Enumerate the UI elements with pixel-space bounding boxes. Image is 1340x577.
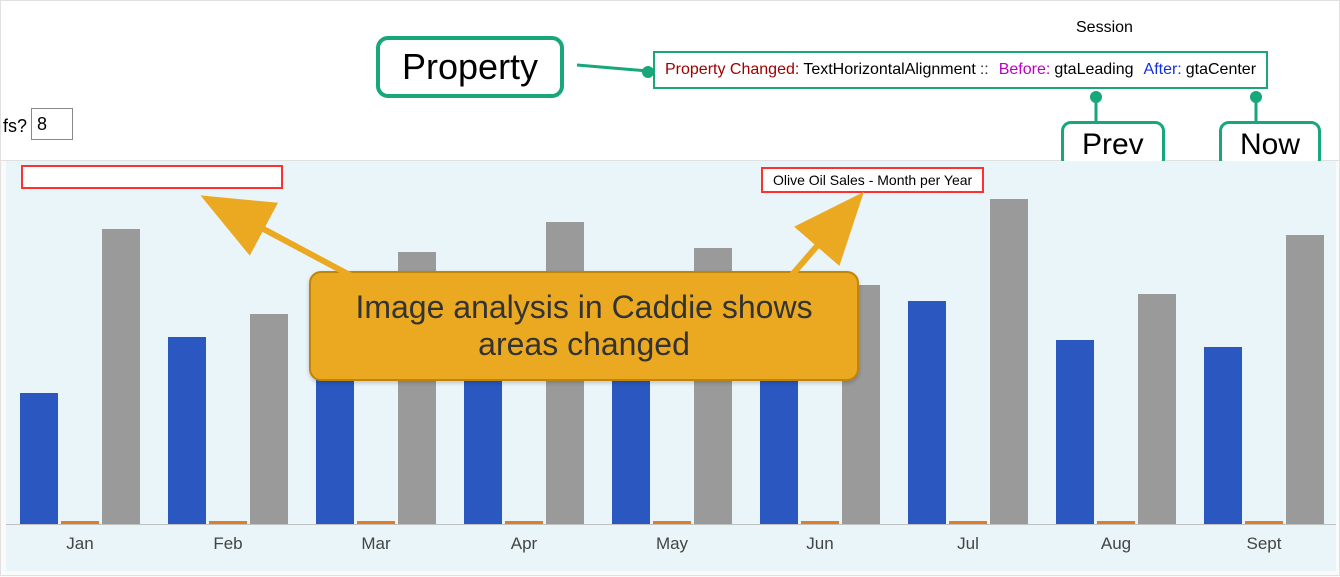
property-changed-label: Property Changed: — [665, 61, 799, 79]
connector-dot-prev — [1090, 91, 1102, 103]
bar — [1204, 347, 1242, 524]
property-changed-sep: :: — [980, 61, 989, 79]
month-label: Jun — [746, 534, 894, 554]
fs-suffix-label: fs? — [3, 116, 27, 137]
bar — [653, 521, 691, 524]
bar — [209, 521, 247, 524]
month-label: Aug — [1042, 534, 1190, 554]
bar-group — [1042, 196, 1190, 524]
month-label: Mar — [302, 534, 450, 554]
property-changed-name: TextHorizontalAlignment — [803, 61, 976, 79]
month-column: Sept — [1190, 196, 1338, 556]
bar — [1245, 521, 1283, 524]
month-column: Jan — [6, 196, 154, 556]
bar — [801, 521, 839, 524]
month-label: May — [598, 534, 746, 554]
bar — [1138, 294, 1176, 524]
bar — [1097, 521, 1135, 524]
bar — [1056, 340, 1094, 524]
callout-property: Property — [376, 36, 564, 98]
bar-group — [154, 196, 302, 524]
after-label: After: — [1144, 61, 1182, 79]
highlight-box-left — [21, 165, 283, 189]
month-label: Jul — [894, 534, 1042, 554]
after-value: gtaCenter — [1186, 61, 1256, 79]
bar-group — [6, 196, 154, 524]
property-changed-box: Property Changed: TextHorizontalAlignmen… — [653, 51, 1268, 89]
month-label: Sept — [1190, 534, 1338, 554]
bar — [505, 521, 543, 524]
before-label: Before: — [999, 61, 1051, 79]
fs-input[interactable] — [31, 108, 73, 140]
bar — [357, 521, 395, 524]
month-label: Apr — [450, 534, 598, 554]
before-value: gtaLeading — [1054, 61, 1133, 79]
bar — [61, 521, 99, 524]
month-column: Feb — [154, 196, 302, 556]
connector-dot-now — [1250, 91, 1262, 103]
bar — [949, 521, 987, 524]
bar — [1286, 235, 1324, 524]
session-label: Session — [1076, 19, 1133, 37]
month-label: Feb — [154, 534, 302, 554]
bar-group — [1190, 196, 1338, 524]
bar — [908, 301, 946, 524]
bar — [990, 199, 1028, 524]
bar — [102, 229, 140, 524]
bar-group — [894, 196, 1042, 524]
month-column: Jul — [894, 196, 1042, 556]
month-label: Jan — [6, 534, 154, 554]
bar — [168, 337, 206, 524]
bar — [20, 393, 58, 524]
bar — [250, 314, 288, 524]
annotation-note: Image analysis in Caddie shows areas cha… — [309, 271, 859, 381]
chart-title: Olive Oil Sales - Month per Year — [761, 167, 984, 193]
month-column: Aug — [1042, 196, 1190, 556]
